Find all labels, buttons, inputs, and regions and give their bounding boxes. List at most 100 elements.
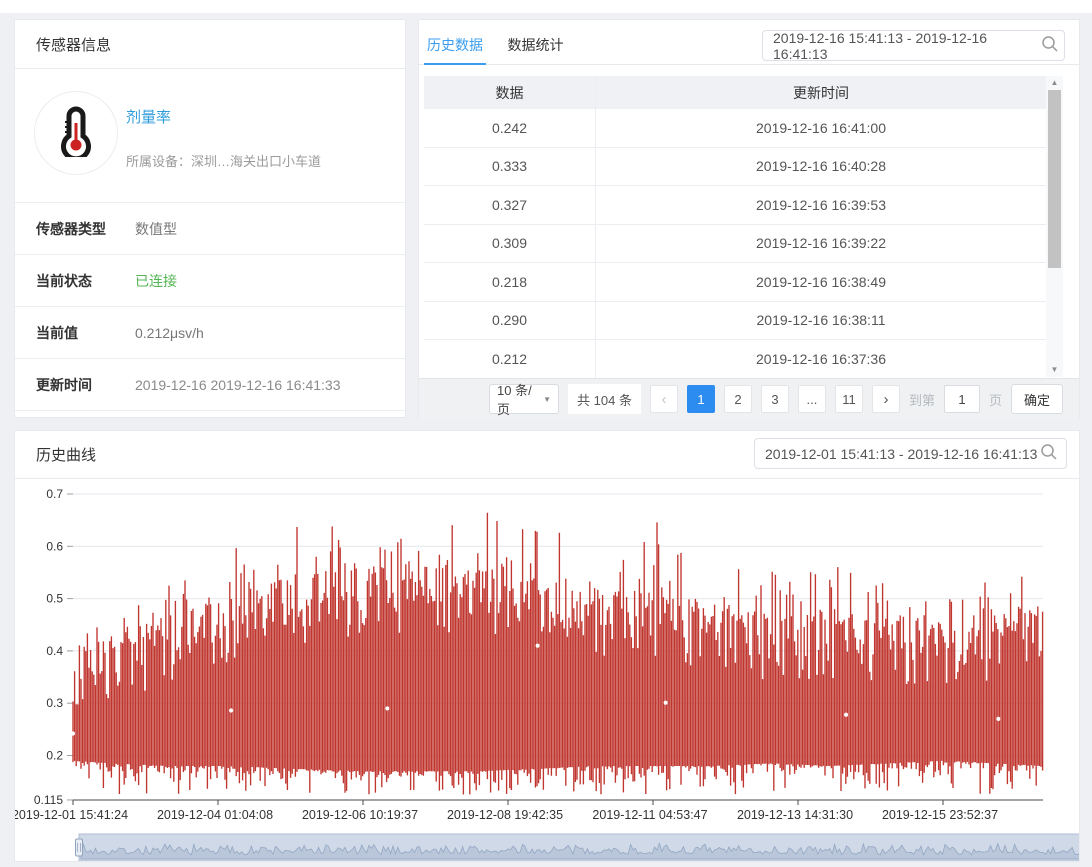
page-button[interactable]: 2 xyxy=(724,385,752,413)
sensor-fields: 传感器类型 数值型当前状态 已连接当前值 0.212μsv/h更新时间 2019… xyxy=(15,202,405,411)
table-row[interactable]: 0.242 2019-12-16 16:41:00 xyxy=(424,109,1046,148)
x-axis-label: 2019-12-08 19:42:35 xyxy=(447,808,563,822)
x-axis-label: 2019-12-06 10:19:37 xyxy=(302,808,418,822)
y-axis-label: 0.6 xyxy=(46,539,63,553)
page-button[interactable]: ... xyxy=(798,385,826,413)
top-strip xyxy=(0,0,1092,13)
goto-suffix-label: 页 xyxy=(989,390,1002,409)
cell-time: 2019-12-16 16:39:53 xyxy=(596,197,1046,213)
prev-page-button[interactable]: ‹ xyxy=(650,385,678,413)
page-button[interactable]: 3 xyxy=(761,385,789,413)
pagination-bar: 10 条/页 ▼ 共 104 条 ‹ 123... 11 › 到第 页 确定 xyxy=(419,378,1079,419)
field-label: 当前状态 xyxy=(15,271,135,291)
table-row[interactable]: 0.212 2019-12-16 16:37:36 xyxy=(424,340,1046,379)
cell-value: 0.333 xyxy=(424,148,596,186)
page-size-select[interactable]: 10 条/页 ▼ xyxy=(489,384,559,414)
field-label: 更新时间 xyxy=(15,375,135,395)
history-curve-chart[interactable]: 0.7 0.6 0.5 0.4 0.3 0.2 0.1152019-12-01 15:41:… xyxy=(15,479,1079,861)
data-point-marker xyxy=(71,731,75,735)
table-daterange-value: 2019-12-16 15:41:13 - 2019-12-16 16:41:1… xyxy=(773,30,1038,62)
sensor-device-text: 所属设备：深圳…海关出口小车道 xyxy=(126,151,321,170)
data-point-marker xyxy=(536,644,540,648)
history-curve-panel: 历史曲线 2019-12-01 15:41:13 - 2019-12-16 16… xyxy=(14,430,1080,862)
sensor-info-panel: 传感器信息 剂量率 所属设备：深圳…海关出口小车道 传感器类型 数值型当前状态 … xyxy=(14,19,406,418)
history-data-panel: 历史数据 数据统计 2019-12-16 15:41:13 - 2019-12-… xyxy=(418,19,1080,418)
goto-prefix-label: 到第 xyxy=(909,390,935,409)
data-point-marker xyxy=(996,717,1000,721)
search-icon[interactable] xyxy=(1039,442,1059,465)
col-header-data: 数据 xyxy=(424,76,596,109)
data-tabs: 历史数据 数据统计 2019-12-16 15:41:13 - 2019-12-… xyxy=(419,20,1079,65)
scrollbar-thumb[interactable] xyxy=(1048,90,1061,268)
table-daterange-picker[interactable]: 2019-12-16 15:41:13 - 2019-12-16 16:41:1… xyxy=(762,30,1065,61)
cell-value: 0.212 xyxy=(424,340,596,378)
y-axis-label: 0.7 xyxy=(46,487,63,501)
cell-time: 2019-12-16 16:40:28 xyxy=(596,158,1046,174)
cell-value: 0.218 xyxy=(424,263,596,301)
data-point-marker xyxy=(385,706,389,710)
sensor-name-link[interactable]: 剂量率 xyxy=(126,106,171,127)
x-axis-label: 2019-12-04 01:04:08 xyxy=(157,808,273,822)
table-row[interactable]: 0.290 2019-12-16 16:38:11 xyxy=(424,302,1046,341)
total-count: 共 104 条 xyxy=(568,384,641,414)
field-value: 已连接 xyxy=(135,271,177,291)
confirm-button[interactable]: 确定 xyxy=(1011,384,1063,414)
y-axis-label: 0.3 xyxy=(46,696,63,710)
table-scrollbar[interactable]: ▲ ▼ xyxy=(1046,76,1063,377)
curve-daterange-value: 2019-12-01 15:41:13 - 2019-12-16 16:41:1… xyxy=(765,446,1037,462)
data-point-marker xyxy=(844,713,848,717)
y-axis-label: 0.5 xyxy=(46,592,63,606)
table-row[interactable]: 0.218 2019-12-16 16:38:49 xyxy=(424,263,1046,302)
table-row[interactable]: 0.327 2019-12-16 16:39:53 xyxy=(424,186,1046,225)
table-header-row: 数据 更新时间 xyxy=(424,76,1046,109)
chevron-down-icon: ▼ xyxy=(543,395,551,404)
page-size-value: 10 条/页 xyxy=(497,380,543,418)
cell-time: 2019-12-16 16:38:49 xyxy=(596,274,1046,290)
cell-time: 2019-12-16 16:38:11 xyxy=(596,312,1046,328)
table-body: 0.242 2019-12-16 16:41:000.333 2019-12-1… xyxy=(424,109,1046,379)
field-value: 2019-12-16 2019-12-16 16:41:33 xyxy=(135,377,341,393)
sensor-field-row: 当前状态 已连接 xyxy=(15,255,405,307)
page-button-current[interactable]: 1 xyxy=(687,385,715,413)
cell-value: 0.309 xyxy=(424,225,596,263)
curve-daterange-picker[interactable]: 2019-12-01 15:41:13 - 2019-12-16 16:41:1… xyxy=(754,438,1067,469)
datazoom-handle[interactable] xyxy=(76,839,83,856)
sensor-panel-title: 传感器信息 xyxy=(15,20,405,69)
scroll-down-icon[interactable]: ▼ xyxy=(1046,363,1063,377)
tab-history-data[interactable]: 历史数据 xyxy=(424,20,486,55)
cell-time: 2019-12-16 16:39:22 xyxy=(596,235,1046,251)
page-number-buttons: 123... 11 xyxy=(687,385,863,413)
field-label: 传感器类型 xyxy=(15,219,135,239)
cell-value: 0.290 xyxy=(424,302,596,340)
active-tab-underline xyxy=(424,63,486,65)
data-point-marker xyxy=(664,701,668,705)
y-axis-label: 0.2 xyxy=(46,749,63,763)
goto-page-input[interactable] xyxy=(944,385,980,413)
next-page-button[interactable]: › xyxy=(872,385,900,413)
field-value: 0.212μsv/h xyxy=(135,325,204,341)
thermometer-icon xyxy=(50,105,102,162)
x-axis-label: 2019-12-11 04:53:47 xyxy=(592,808,707,822)
x-axis-label: 2019-12-01 15:41:24 xyxy=(15,808,128,822)
page-button[interactable]: 11 xyxy=(835,385,863,413)
sensor-field-row: 更新时间 2019-12-16 2019-12-16 16:41:33 xyxy=(15,359,405,411)
table-row[interactable]: 0.309 2019-12-16 16:39:22 xyxy=(424,225,1046,264)
search-icon[interactable] xyxy=(1040,34,1060,57)
cell-value: 0.242 xyxy=(424,109,596,147)
sensor-field-row: 传感器类型 数值型 xyxy=(15,203,405,255)
x-axis-label: 2019-12-15 23:52:37 xyxy=(882,808,998,822)
data-point-marker xyxy=(229,708,233,712)
table-row[interactable]: 0.333 2019-12-16 16:40:28 xyxy=(424,148,1046,187)
y-axis-label: 0.115 xyxy=(34,793,63,807)
cell-time: 2019-12-16 16:37:36 xyxy=(596,351,1046,367)
sensor-field-row: 当前值 0.212μsv/h xyxy=(15,307,405,359)
series-line xyxy=(73,513,1043,795)
scroll-up-icon[interactable]: ▲ xyxy=(1046,76,1063,90)
tab-data-statistics[interactable]: 数据统计 xyxy=(504,20,566,55)
field-value: 数值型 xyxy=(135,219,177,239)
cell-time: 2019-12-16 16:41:00 xyxy=(596,120,1046,136)
history-data-table: 数据 更新时间 0.242 2019-12-16 16:41:000.333 2… xyxy=(424,76,1046,379)
cell-value: 0.327 xyxy=(424,186,596,224)
col-header-updated: 更新时间 xyxy=(596,83,1046,103)
y-axis-label: 0.4 xyxy=(46,644,63,658)
